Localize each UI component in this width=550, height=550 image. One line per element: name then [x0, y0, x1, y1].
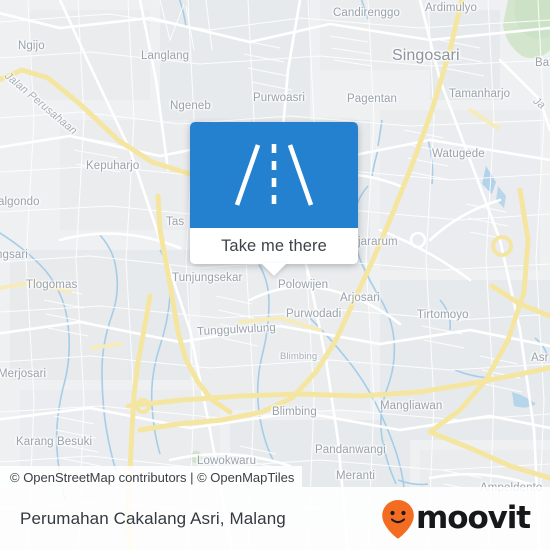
road-perspective-icon [234, 144, 314, 206]
callout-label-panel[interactable]: Take me there [190, 228, 358, 264]
map-attribution-bar: © OpenStreetMap contributors | © OpenMap… [0, 466, 303, 488]
callout-pointer [261, 263, 287, 276]
moovit-logo[interactable]: moovit [381, 499, 531, 539]
map-attribution-text[interactable]: © OpenStreetMap contributors | © OpenMap… [10, 470, 294, 485]
moovit-wordmark: moovit [416, 500, 531, 536]
take-me-there-callout[interactable]: Take me there [190, 122, 358, 276]
moovit-map-screen: .minor { stroke:#ffffff; stroke-width:1.… [0, 0, 550, 550]
moovit-pin-icon [382, 499, 414, 538]
callout-label: Take me there [221, 236, 327, 255]
page-title: Perumahan Cakalang Asri, Malang [20, 508, 286, 528]
callout-icon-panel [190, 122, 358, 228]
footer-bar: Perumahan Cakalang Asri, Malang moovit [0, 487, 550, 550]
